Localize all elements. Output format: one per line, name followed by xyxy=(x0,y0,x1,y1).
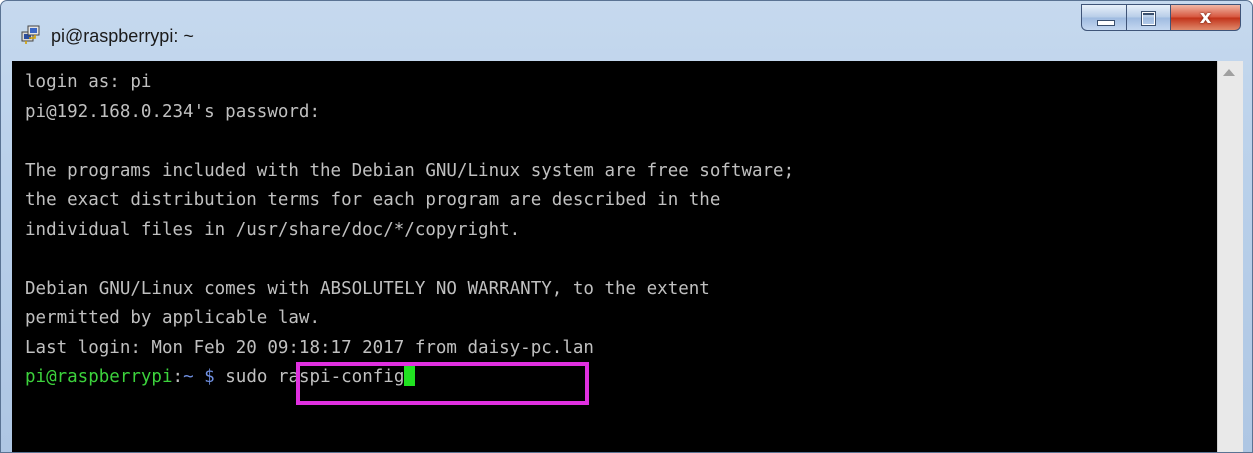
window-title: pi@raspberrypi: ~ xyxy=(51,26,194,46)
vertical-scrollbar[interactable] xyxy=(1217,61,1243,452)
terminal-line: The programs included with the Debian GN… xyxy=(25,160,795,181)
prompt-path: ~ xyxy=(183,367,194,387)
terminal-line: the exact distribution terms for each pr… xyxy=(25,190,721,210)
terminal-line: permitted by applicable law. xyxy=(25,308,321,328)
maximize-icon xyxy=(1141,11,1156,26)
terminal-line: login as: pi xyxy=(25,72,152,92)
terminal-line: Last login: Mon Feb 20 09:18:17 2017 fro… xyxy=(25,337,594,358)
terminal-output: login as: pi pi@192.168.0.234's password… xyxy=(25,68,794,393)
terminal-line: Debian GNU/Linux comes with ABSOLUTELY N… xyxy=(25,278,710,299)
prompt-separator: : xyxy=(172,367,184,387)
title-bar[interactable]: pi@raspberrypi: ~ x xyxy=(1,1,1252,53)
terminal-window: pi@raspberrypi: ~ x login as: pi pi@192.… xyxy=(0,0,1253,453)
prompt-dollar: $ xyxy=(204,367,215,387)
window-controls: x xyxy=(1081,4,1241,31)
scroll-up-arrow-icon[interactable] xyxy=(1223,69,1235,76)
terminal-line: pi@192.168.0.234's password: xyxy=(25,101,321,122)
prompt-user-host: pi@raspberrypi xyxy=(25,367,173,387)
minimize-icon xyxy=(1097,20,1115,26)
minimize-button[interactable] xyxy=(1081,4,1127,31)
putty-icon xyxy=(21,25,40,44)
close-icon: x xyxy=(1199,7,1212,28)
terminal-line: individual files in /usr/share/doc/*/cop… xyxy=(25,219,521,240)
close-button[interactable]: x xyxy=(1171,4,1241,31)
command-highlight xyxy=(296,362,589,405)
maximize-button[interactable] xyxy=(1127,4,1171,31)
terminal-area[interactable]: login as: pi pi@192.168.0.234's password… xyxy=(12,61,1217,452)
